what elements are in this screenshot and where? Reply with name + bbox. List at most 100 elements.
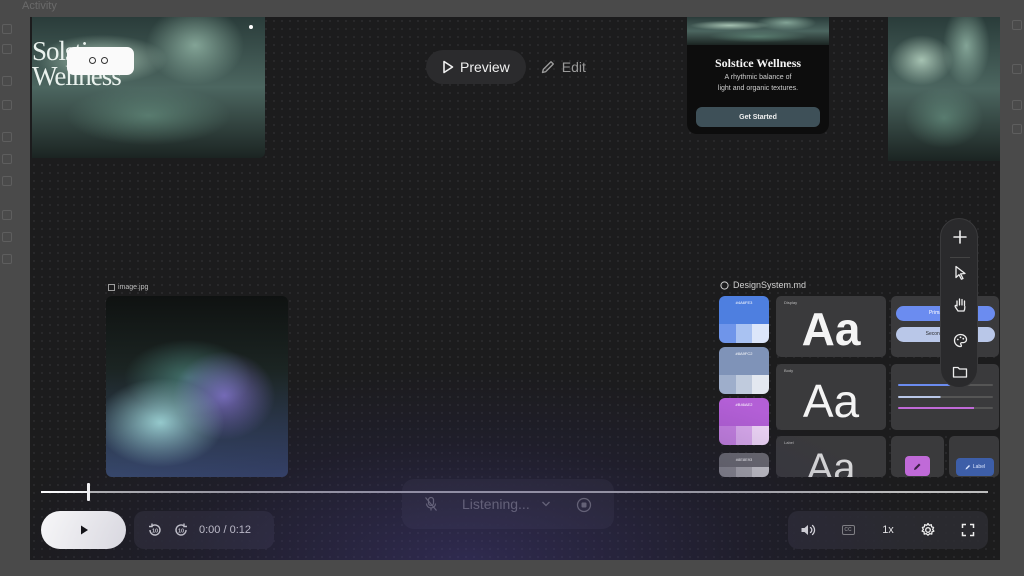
swatch-hex: #4A6FE3 <box>719 296 769 325</box>
plus-icon <box>953 230 967 244</box>
hand-tool-button[interactable] <box>950 295 970 315</box>
hero-preview-card: Solstice Wellness <box>32 17 265 158</box>
listening-status: Listening... <box>462 496 530 512</box>
canvas-toolbar <box>940 218 978 388</box>
pencil-icon <box>914 463 921 470</box>
aurora-image-card <box>888 17 1000 161</box>
rail-icon <box>2 154 12 164</box>
get-started-button[interactable]: Get Started <box>696 107 820 127</box>
select-tool-button[interactable] <box>950 262 970 282</box>
play-button[interactable] <box>41 511 126 549</box>
gear-icon <box>921 522 935 536</box>
swatch-tone <box>735 426 753 445</box>
rewind-10-icon[interactable]: 10 <box>147 522 163 538</box>
phone-title: Solstice Wellness <box>714 56 802 70</box>
swatch-tone <box>719 324 736 343</box>
tab-edit[interactable]: Edit <box>526 50 600 84</box>
type-sample: Aa <box>801 303 861 355</box>
settings-button[interactable] <box>917 519 939 541</box>
time-current: 0:00 <box>199 524 221 536</box>
dot-icon <box>89 57 96 64</box>
mobile-preview-card: Solstice Wellness A rhythmic balance of … <box>687 17 829 134</box>
rail-icon <box>2 176 12 186</box>
swatch-tone <box>719 467 736 477</box>
fullscreen-button[interactable] <box>957 519 979 541</box>
time-separator: / <box>220 524 230 536</box>
swatch-hex: #8A9FC2 <box>719 347 769 376</box>
rail-icon <box>1012 100 1022 110</box>
rail-icon <box>2 76 12 86</box>
swatch-tone <box>735 324 753 343</box>
svg-text:10: 10 <box>152 529 158 535</box>
swatch-tone <box>752 426 769 445</box>
rail-icon <box>1012 20 1022 30</box>
swatch-tone <box>752 324 769 343</box>
playback-time-controls: 10 10 0:00 / 0:12 <box>134 511 274 549</box>
playback-speed-button[interactable]: 1x <box>877 519 899 541</box>
backdrop-left-rail <box>0 14 30 576</box>
type-tile-label-style: Label Aa <box>776 436 886 477</box>
color-swatch: #4A6FE3 <box>719 296 769 343</box>
forward-10-icon[interactable]: 10 <box>173 522 189 538</box>
color-swatch: #8A9FC2 <box>719 347 769 394</box>
phone-subtitle: A rhythmic balance of light and organic … <box>709 72 807 94</box>
type-sample: Aa <box>806 446 856 477</box>
pencil-icon <box>965 465 970 470</box>
image-asset-preview[interactable] <box>106 296 288 477</box>
swatch-tone <box>735 375 753 394</box>
rail-icon <box>2 44 12 54</box>
swatch-tone <box>752 375 769 394</box>
slider-sample <box>898 396 993 398</box>
backdrop-title: Activity <box>22 0 57 12</box>
swatch-tone <box>719 426 736 445</box>
rail-icon <box>1012 64 1022 74</box>
type-tile-display: Display Aa <box>776 296 886 357</box>
rail-icon <box>2 24 12 34</box>
time-total: 0:12 <box>229 524 252 536</box>
pencil-icon <box>541 61 554 74</box>
image-filename: image.jpg <box>118 284 149 291</box>
progress-fill <box>41 491 88 493</box>
dot-icon <box>101 57 108 64</box>
phone-subtitle-line2: light and organic textures. <box>717 85 799 92</box>
mic-off-icon[interactable] <box>424 496 438 512</box>
type-tile-label: Label <box>784 440 794 445</box>
swatch-tones <box>719 324 769 343</box>
progress-scrubber-handle[interactable] <box>87 483 90 501</box>
video-frame[interactable]: Solstice Wellness Preview Edit Solstice <box>30 17 1000 560</box>
design-system-label: DesignSystem.md <box>720 280 806 290</box>
captions-icon: CC <box>841 525 855 535</box>
hand-icon <box>953 298 965 312</box>
cursor-icon <box>954 265 966 280</box>
slider-sample <box>898 407 993 409</box>
captions-button[interactable]: CC <box>837 519 859 541</box>
add-tool-button[interactable] <box>950 227 970 247</box>
type-tile-label: Body <box>784 368 794 373</box>
volume-icon <box>801 524 816 536</box>
rail-icon <box>2 100 12 110</box>
type-tile-body: Body Aa <box>776 364 886 430</box>
chevron-down-icon[interactable] <box>541 500 551 508</box>
mode-tabs: Preview Edit <box>426 50 600 84</box>
label-button-sample: Label <box>956 458 994 476</box>
loading-pill <box>67 47 134 75</box>
toolbar-divider <box>950 257 970 258</box>
tab-preview[interactable]: Preview <box>426 50 526 84</box>
svg-text:10: 10 <box>178 529 184 535</box>
player-settings-controls: CC 1x <box>788 511 988 549</box>
stop-icon[interactable] <box>576 497 592 513</box>
video-progress-bar[interactable] <box>41 483 988 501</box>
volume-button[interactable] <box>797 519 819 541</box>
color-swatch: #8E8E93 <box>719 453 769 477</box>
swatch-tones <box>719 426 769 445</box>
edit-icon-button-sample <box>905 456 930 476</box>
design-system-filename: DesignSystem.md <box>733 280 807 290</box>
phone-hero-image <box>687 17 829 45</box>
voice-listening-pill: Listening... <box>402 479 614 529</box>
phone-subtitle-line1: A rhythmic balance of <box>724 74 792 81</box>
rail-icon <box>2 210 12 220</box>
rail-icon <box>2 132 12 142</box>
palette-small-icon <box>720 280 729 290</box>
palette-tool-button[interactable] <box>950 330 970 350</box>
files-tool-button[interactable] <box>950 362 970 382</box>
